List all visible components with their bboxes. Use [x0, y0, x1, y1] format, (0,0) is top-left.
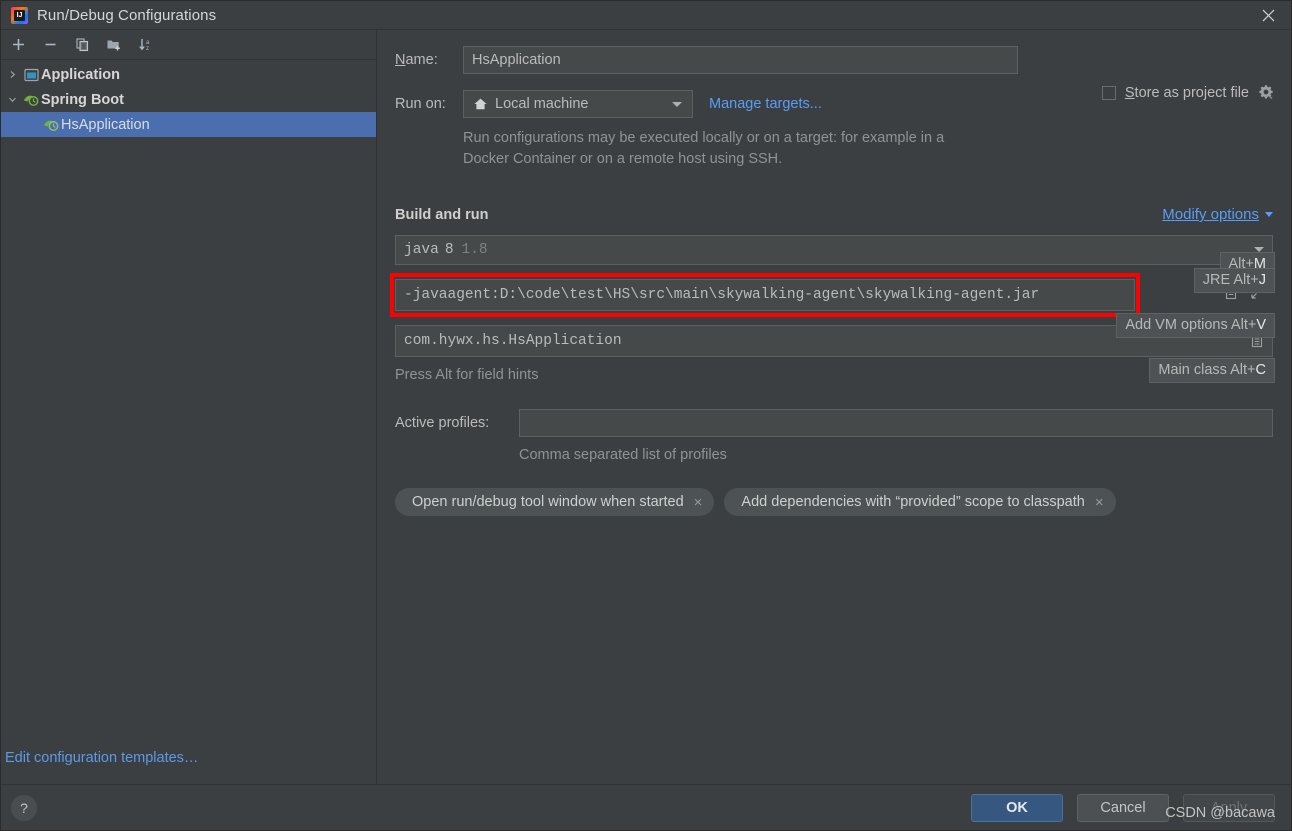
- store-as-project-file-row: Store as project file: [1101, 84, 1275, 101]
- tree-item-hsapplication[interactable]: HsApplication: [1, 112, 376, 137]
- chevron-down-icon[interactable]: [3, 95, 21, 104]
- browse-class-icon[interactable]: [1250, 332, 1264, 352]
- tree-item-spring-boot[interactable]: Spring Boot: [1, 87, 376, 112]
- question-mark-icon[interactable]: ?: [11, 794, 37, 821]
- spring-boot-icon: [21, 93, 41, 107]
- jre-runtime-label: java: [404, 242, 439, 258]
- name-input[interactable]: [463, 46, 1018, 74]
- jre-major-version: 8: [444, 242, 454, 258]
- manage-targets-link[interactable]: Manage targets...: [709, 96, 822, 112]
- svg-text:z: z: [146, 46, 149, 52]
- apply-button: Apply: [1183, 793, 1275, 822]
- name-row: Name:: [395, 46, 1273, 74]
- intellij-idea-icon: [11, 6, 28, 24]
- run-on-value: Local machine: [495, 96, 589, 112]
- vm-options-input[interactable]: [395, 279, 1135, 311]
- application-icon: [21, 68, 41, 82]
- vm-options-row: [390, 273, 1273, 317]
- sort-alphabetical-icon[interactable]: a z: [131, 32, 161, 58]
- edit-configuration-templates-link[interactable]: Edit configuration templates…: [1, 732, 376, 784]
- chip-open-run-debug-tool-window[interactable]: Open run/debug tool window when started …: [395, 488, 715, 516]
- main-class-input[interactable]: [395, 325, 1273, 357]
- modify-options-link[interactable]: Modify options: [1162, 206, 1273, 223]
- cancel-button[interactable]: Cancel: [1077, 793, 1169, 822]
- gear-dropdown-icon[interactable]: [1258, 84, 1275, 101]
- run-on-label: Run on:: [395, 96, 446, 112]
- chip-label: Add dependencies with “provided” scope t…: [741, 494, 1085, 510]
- build-and-run-title: Build and run: [395, 206, 489, 223]
- remove-configuration-button[interactable]: [35, 32, 65, 58]
- jre-version: 1.8: [461, 242, 488, 258]
- configuration-editor-pane: Name: Store as project file Run on:: [377, 30, 1291, 784]
- chip-add-provided-dependencies[interactable]: Add dependencies with “provided” scope t…: [724, 488, 1116, 516]
- chevron-right-icon[interactable]: [3, 70, 21, 79]
- option-chips: Open run/debug tool window when started …: [395, 488, 1273, 516]
- tree-item-label: Application: [41, 66, 120, 83]
- tree-item-application[interactable]: Application: [1, 62, 376, 87]
- vm-options-field-icons: [1224, 285, 1265, 300]
- target-help-text: Run configurations may be executed local…: [463, 130, 945, 167]
- tree-item-label: HsApplication: [61, 116, 150, 133]
- chevron-down-icon[interactable]: [1254, 247, 1264, 252]
- active-profiles-row: Active profiles:: [395, 409, 1273, 437]
- dialog-body: a z Application Spring Boot HsApplicatio…: [1, 29, 1291, 784]
- main-class-row: [395, 325, 1273, 357]
- title-bar: Run/Debug Configurations: [1, 1, 1291, 29]
- ok-button[interactable]: OK: [971, 793, 1063, 822]
- dialog-footer: ? OK Cancel Apply CSDN @bacawa: [1, 784, 1291, 830]
- configurations-pane: a z Application Spring Boot HsApplicatio…: [1, 30, 377, 784]
- close-icon[interactable]: ×: [1095, 495, 1104, 510]
- dialog-buttons: OK Cancel Apply: [971, 793, 1275, 822]
- active-profiles-hint: Comma separated list of profiles: [519, 447, 727, 463]
- name-label: Name:: [395, 52, 438, 68]
- close-icon[interactable]: [1245, 1, 1291, 29]
- copy-icon[interactable]: [67, 32, 97, 58]
- field-hint-text: Press Alt for field hints: [395, 367, 539, 383]
- chevron-down-icon[interactable]: [672, 101, 682, 107]
- build-and-run-header: Build and run Modify options: [395, 206, 1273, 223]
- jre-row: java 8 1.8: [395, 235, 1273, 265]
- tree-item-label: Spring Boot: [41, 91, 124, 108]
- store-as-project-file-checkbox[interactable]: [1101, 85, 1116, 100]
- chevron-down-icon: [1265, 212, 1273, 217]
- expand-icon[interactable]: [1250, 285, 1265, 300]
- configurations-tree: Application Spring Boot HsApplication: [1, 60, 376, 732]
- macro-list-icon[interactable]: [1224, 285, 1238, 300]
- add-configuration-button[interactable]: [3, 32, 33, 58]
- home-icon: [473, 97, 488, 111]
- active-profiles-input[interactable]: [519, 409, 1273, 437]
- run-debug-configurations-dialog: Run/Debug Configurations: [0, 0, 1292, 831]
- close-icon[interactable]: ×: [694, 495, 703, 510]
- run-on-dropdown[interactable]: Local machine: [463, 90, 693, 118]
- chip-label: Open run/debug tool window when started: [412, 494, 684, 510]
- spring-boot-icon: [41, 118, 61, 132]
- folder-add-icon[interactable]: [99, 32, 129, 58]
- configurations-toolbar: a z: [1, 30, 376, 60]
- store-as-project-file-label: Store as project file: [1124, 84, 1249, 101]
- active-profiles-label: Active profiles:: [395, 415, 490, 431]
- jre-dropdown[interactable]: java 8 1.8: [395, 235, 1273, 265]
- window-title: Run/Debug Configurations: [37, 6, 217, 24]
